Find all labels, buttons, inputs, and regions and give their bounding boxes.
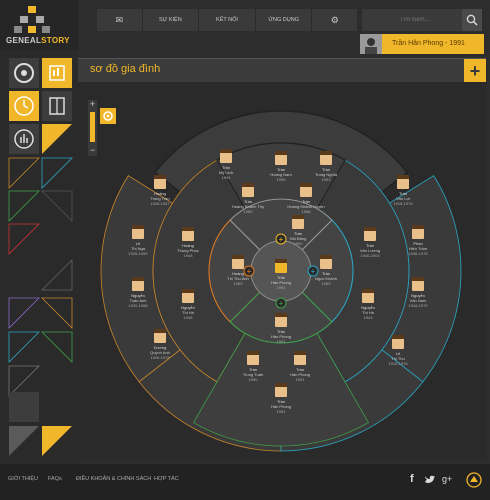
svg-text:+: + bbox=[311, 267, 316, 276]
svg-text:+: + bbox=[279, 235, 284, 244]
person-years: 1991 bbox=[277, 285, 287, 290]
person-years: 1991 bbox=[277, 409, 287, 414]
person-years: 1938-1978 bbox=[408, 251, 428, 256]
person-years: 1940-2004 bbox=[360, 253, 380, 258]
footer: GIỚI THIỆU FAQs ĐIỀU KHOẢN & CHÍNH SÁCH … bbox=[0, 464, 490, 500]
person-years: 1928-1907 bbox=[150, 201, 170, 206]
person-years: 1920-1988 bbox=[128, 303, 148, 308]
facebook-icon[interactable]: f bbox=[410, 473, 414, 485]
decor-block bbox=[9, 392, 39, 422]
person-years: 1943 bbox=[364, 315, 374, 320]
nav-item-connect[interactable]: KẾT NỐI bbox=[199, 9, 256, 31]
person-years: 1918-1976 bbox=[393, 201, 413, 206]
user-name: Trần Hân Phong - 1991 bbox=[392, 40, 465, 47]
nav-item-events[interactable]: SỰ KIỆN bbox=[143, 9, 200, 31]
person-years: 1948 bbox=[184, 253, 194, 258]
person-years: 1990 bbox=[277, 177, 287, 182]
person-years: 1969 bbox=[234, 281, 244, 286]
person-years: 1915-1976 bbox=[388, 361, 408, 366]
footer-link-partners[interactable]: HỢP TÁC bbox=[154, 476, 179, 482]
footer-link-terms[interactable]: ĐIỀU KHOẢN & CHÍNH SÁCH bbox=[76, 476, 151, 482]
person-years: 1988 bbox=[302, 209, 312, 214]
person-years: 1991 bbox=[296, 377, 306, 382]
search-input[interactable] bbox=[362, 9, 462, 31]
sidebar bbox=[0, 50, 78, 464]
person-years: 1946 bbox=[184, 315, 194, 320]
person-years: 1969 bbox=[322, 281, 332, 286]
app: GENEALSTORY ✉ SỰ KIỆN KẾT NỐI ỨNG DỤNG ⚙… bbox=[0, 0, 490, 500]
person-years: 1994 bbox=[222, 175, 232, 180]
google-plus-icon[interactable]: g+ bbox=[442, 474, 452, 484]
top-nav: ✉ SỰ KIỆN KẾT NỐI ỨNG DỤNG ⚙ bbox=[97, 9, 357, 31]
sidebar-item-chart[interactable] bbox=[42, 58, 72, 88]
family-tree-canvas[interactable]: + − + + + + Trần Mỹ Linh 1994 Trần Hoàng Nam 1990… bbox=[78, 82, 486, 460]
person-years: 1993 bbox=[322, 177, 332, 182]
mail-icon[interactable]: ✉ bbox=[97, 9, 143, 31]
person-years: 1990 bbox=[294, 241, 304, 246]
logo-text: GENEALSTORY bbox=[6, 36, 70, 45]
gear-icon[interactable]: ⚙ bbox=[312, 9, 357, 31]
family-tree-chart: ++ ++TrầnMỹ Linh1994TrầnHoàng Nam1990Trần… bbox=[100, 110, 462, 452]
page-header: sơ đồ gia đình + bbox=[78, 58, 486, 83]
person-years: 1918-1979 bbox=[408, 303, 428, 308]
user-profile-bar[interactable]: Trần Hân Phong - 1991 bbox=[360, 34, 484, 54]
sidebar-item-stats[interactable] bbox=[9, 124, 39, 154]
sidebar-item-home[interactable] bbox=[9, 58, 39, 88]
search-box bbox=[362, 9, 482, 31]
footer-link-about[interactable]: GIỚI THIỆU bbox=[8, 476, 38, 482]
page-title: sơ đồ gia đình bbox=[90, 63, 161, 75]
avatar bbox=[360, 34, 382, 54]
person-years: 1991 bbox=[277, 339, 287, 344]
person-years: 1989 bbox=[244, 209, 254, 214]
add-button[interactable]: + bbox=[464, 59, 486, 83]
sidebar-item-clock[interactable] bbox=[9, 91, 39, 121]
nav-item-apps[interactable]: ỨNG DỤNG bbox=[256, 9, 313, 31]
person-years: 1990 bbox=[249, 377, 259, 382]
svg-text:+: + bbox=[247, 267, 252, 276]
add-relative-button[interactable]: + bbox=[275, 297, 287, 309]
svg-text:+: + bbox=[279, 299, 284, 308]
scroll-top-button[interactable] bbox=[466, 472, 482, 488]
search-button[interactable] bbox=[462, 9, 482, 31]
person-years: 1926-1990 bbox=[128, 251, 148, 256]
add-relative-button[interactable]: + bbox=[243, 265, 255, 277]
add-relative-button[interactable]: + bbox=[307, 265, 319, 277]
logo[interactable]: GENEALSTORY bbox=[0, 0, 78, 50]
add-relative-button[interactable]: + bbox=[275, 233, 287, 245]
sidebar-item-books[interactable] bbox=[42, 91, 72, 121]
twitter-icon[interactable] bbox=[424, 474, 436, 485]
footer-link-faq[interactable]: FAQs bbox=[48, 476, 62, 482]
person-years: 1926-1978 bbox=[150, 355, 170, 360]
search-icon bbox=[466, 14, 478, 26]
